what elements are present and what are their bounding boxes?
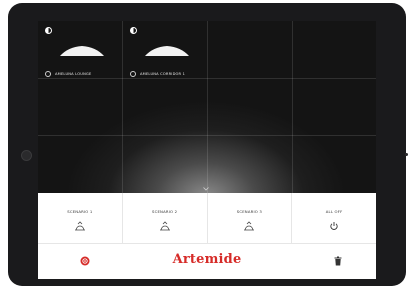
scenario-button-1[interactable]: SCENARIO 1: [38, 193, 123, 243]
brightness-icon[interactable]: [45, 27, 52, 34]
footer-bar: Artemide: [38, 244, 376, 279]
scenario-row: SCENARIO 1 SCENARIO 2 SCENARIO 3 ALL OFF: [38, 193, 376, 243]
scenario-icon: [159, 221, 170, 231]
grid-line: [292, 21, 293, 193]
scenario-button-2[interactable]: SCENARIO 2: [123, 193, 208, 243]
scenario-label: ALL OFF: [325, 209, 343, 214]
scenario-icon: [244, 221, 255, 231]
brightness-icon[interactable]: [130, 27, 137, 34]
app-screen: AMELUNA LOUNGE AMELUNA CORRIDOR 1 SCENAR…: [38, 21, 376, 279]
grid-line: [38, 135, 376, 136]
camera-dot: [405, 153, 408, 156]
tile-label: AMELUNA CORRIDOR 1: [140, 72, 186, 76]
lamp-icon: [60, 46, 104, 56]
grid-line: [207, 21, 208, 193]
scenario-panel: SCENARIO 1 SCENARIO 2 SCENARIO 3 ALL OFF: [38, 193, 376, 279]
tile-label: AMELUNA LOUNGE: [55, 72, 92, 76]
scenario-label: SCENARIO 3: [236, 209, 263, 214]
scenario-button-3[interactable]: SCENARIO 3: [208, 193, 293, 243]
scenario-label: SCENARIO 1: [67, 209, 93, 214]
lamp-grid: AMELUNA LOUNGE AMELUNA CORRIDOR 1: [38, 21, 376, 193]
lamp-tile-ameluna-lounge[interactable]: AMELUNA LOUNGE: [38, 21, 122, 78]
scenario-label: SCENARIO 2: [151, 209, 178, 214]
grid-line: [38, 78, 376, 79]
brand-logo: Artemide: [172, 252, 242, 267]
settings-gear-icon[interactable]: [130, 71, 136, 77]
all-off-button[interactable]: ALL OFF: [292, 193, 376, 243]
power-icon: [330, 222, 338, 230]
scenario-icon: [74, 221, 85, 231]
lamp-icon: [145, 46, 189, 56]
chevron-down-icon[interactable]: [203, 187, 209, 191]
home-button[interactable]: [21, 150, 32, 161]
trash-icon[interactable]: [334, 256, 342, 266]
lamp-tile-ameluna-corridor-1[interactable]: AMELUNA CORRIDOR 1: [123, 21, 207, 78]
settings-gear-icon[interactable]: [45, 71, 51, 77]
